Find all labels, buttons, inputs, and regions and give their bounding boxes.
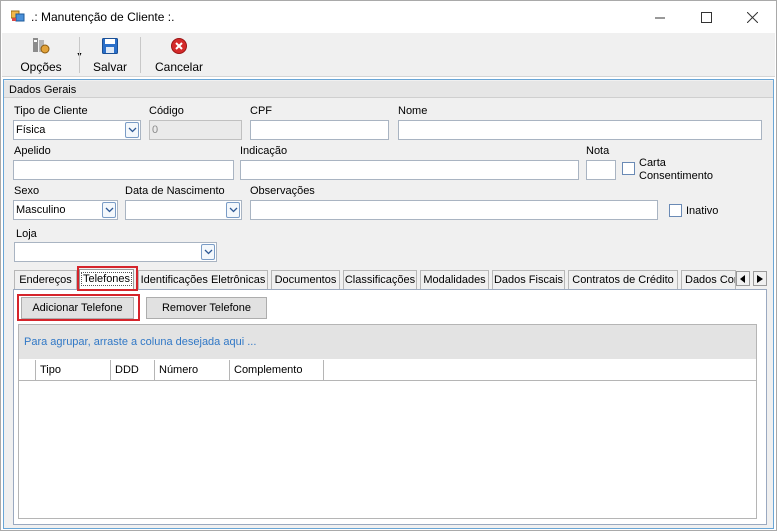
codigo-label: Código <box>149 105 184 117</box>
data-nascimento-picker[interactable] <box>125 200 242 220</box>
carta-consentimento-checkbox[interactable] <box>622 162 635 175</box>
tab-dados-fiscais[interactable]: Dados Fiscais <box>492 270 565 289</box>
cancelar-button[interactable]: Cancelar <box>147 35 211 75</box>
loja-select[interactable] <box>14 242 217 262</box>
minimize-button[interactable] <box>637 1 683 33</box>
inativo-checkbox[interactable] <box>669 204 682 217</box>
toolbar-separator <box>79 37 80 73</box>
nome-label: Nome <box>398 105 428 117</box>
sexo-value: Masculino <box>16 204 66 216</box>
tab-documentos[interactable]: Documentos <box>271 270 340 289</box>
cpf-field[interactable] <box>250 120 389 140</box>
indicacao-field[interactable] <box>240 160 579 180</box>
telefones-grid: Para agrupar, arraste a coluna desejada … <box>18 324 757 519</box>
save-icon <box>102 38 118 54</box>
col-header-tipo[interactable]: Tipo <box>36 360 111 381</box>
group-title: Dados Gerais <box>4 81 773 98</box>
chevron-down-icon[interactable] <box>125 122 139 138</box>
add-button-highlight <box>17 294 140 321</box>
observacoes-label: Observações <box>250 185 315 197</box>
tipo-cliente-select[interactable]: Física <box>13 120 141 140</box>
carta-label-line1: Carta <box>639 157 666 169</box>
maximize-icon <box>700 11 712 23</box>
tab-classificacoes[interactable]: Classificações <box>343 270 417 289</box>
options-icon <box>33 38 50 54</box>
group-by-panel[interactable]: Para agrupar, arraste a coluna desejada … <box>19 325 756 359</box>
close-icon <box>746 11 758 23</box>
data-nascimento-label: Data de Nascimento <box>125 185 225 197</box>
cancel-icon <box>171 38 187 54</box>
title-bar: .: Manutenção de Cliente :. <box>1 1 776 33</box>
tab-modalidades[interactable]: Modalidades <box>420 270 489 289</box>
observacoes-field[interactable] <box>250 200 658 220</box>
col-header-filler <box>324 360 756 381</box>
maximize-button[interactable] <box>683 1 729 33</box>
tab-scroll-right[interactable] <box>753 271 767 286</box>
nota-field[interactable] <box>586 160 616 180</box>
indicacao-label: Indicação <box>240 145 288 157</box>
chevron-down-icon[interactable] <box>102 202 116 218</box>
salvar-button[interactable]: Salvar <box>86 35 134 75</box>
close-button[interactable] <box>729 1 775 33</box>
col-header-numero[interactable]: Número <box>155 360 230 381</box>
tab-identificacoes-eletronicas[interactable]: Identificações Eletrônicas <box>138 270 268 289</box>
tipo-cliente-label: Tipo de Cliente <box>14 105 88 117</box>
toolbar-separator <box>140 37 141 73</box>
tab-scroll-left[interactable] <box>736 271 750 286</box>
remover-telefone-button[interactable]: Remover Telefone <box>146 297 267 319</box>
chevron-left-icon <box>740 274 745 283</box>
toolbar: ▼ Opções Salvar Cancelar <box>2 33 775 77</box>
carta-label-line2: Consentimento <box>639 170 713 182</box>
codigo-value: 0 <box>152 124 159 136</box>
nota-label: Nota <box>586 145 610 157</box>
apelido-label: Apelido <box>14 145 51 157</box>
opcoes-label: Opções <box>20 60 62 74</box>
sexo-label: Sexo <box>14 185 40 197</box>
col-header-ddd[interactable]: DDD <box>111 360 155 381</box>
tab-contratos-credito[interactable]: Contratos de Crédito <box>568 270 678 289</box>
minimize-icon <box>654 17 665 18</box>
sexo-select[interactable]: Masculino <box>13 200 118 220</box>
chevron-down-icon[interactable] <box>201 244 215 260</box>
salvar-label: Salvar <box>92 60 127 74</box>
telefones-tab-highlight <box>77 266 138 291</box>
col-header-complemento[interactable]: Complemento <box>230 360 324 381</box>
tab-enderecos[interactable]: Endereços <box>14 270 77 289</box>
chevron-right-icon <box>757 274 763 283</box>
cancelar-label: Cancelar <box>154 60 204 74</box>
apelido-field[interactable] <box>13 160 234 180</box>
loja-label: Loja <box>16 228 37 240</box>
cpf-label: CPF <box>250 105 272 117</box>
client-maintenance-window: .: Manutenção de Cliente :. ▼ Opções <box>0 0 777 531</box>
nome-field[interactable] <box>398 120 762 140</box>
row-indicator-header <box>19 360 36 381</box>
tab-dados-cor[interactable]: Dados Cor <box>681 270 736 289</box>
codigo-field: 0 <box>149 120 242 140</box>
chevron-down-icon[interactable] <box>226 202 240 218</box>
inativo-label: Inativo <box>686 205 719 217</box>
window-title: .: Manutenção de Cliente :. <box>31 10 175 24</box>
tipo-cliente-value: Física <box>16 124 46 136</box>
opcoes-button[interactable]: ▼ Opções <box>10 35 83 75</box>
app-icon <box>11 10 25 22</box>
